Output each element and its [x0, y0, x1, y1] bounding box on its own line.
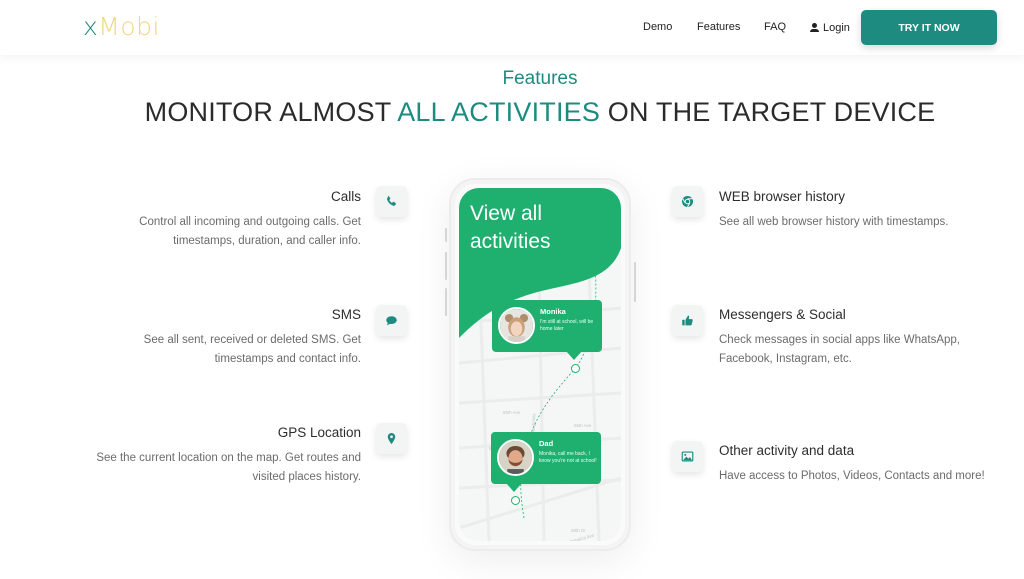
phone-side-button [445, 288, 447, 316]
avatar-dad [497, 439, 534, 476]
section-subtitle: Features [502, 68, 578, 89]
nav-faq[interactable]: FAQ [764, 21, 786, 33]
feature-desc: Have access to Photos, Videos, Contacts … [719, 470, 985, 482]
title-highlight: ALL ACTIVITIES [397, 97, 601, 127]
feature-title: Other activity and data [719, 443, 855, 458]
screen-title: View all activities [470, 200, 551, 256]
route-pin [511, 496, 520, 505]
try-it-now-button[interactable]: TRY IT NOW [861, 10, 997, 45]
logo-x: x [83, 12, 99, 41]
phone-screen: View all activities 85th Ave Woodhaven B… [459, 188, 621, 541]
chrome-icon [681, 195, 694, 208]
route-pin [571, 364, 580, 373]
chat-bubble-icon [386, 316, 397, 326]
calls-icon-box [376, 186, 407, 217]
feature-other-data: Other activity and data Have access to P… [719, 443, 1019, 486]
feature-desc: Control all incoming and outgoing calls.… [139, 216, 361, 247]
feature-messengers: Messengers & Social Check messages in so… [719, 307, 1019, 369]
screen-title-line2: activities [470, 230, 551, 253]
title-part1: MONITOR ALMOST [144, 97, 398, 127]
social-icon-box [672, 305, 703, 336]
phone-side-button [445, 252, 447, 280]
feature-title: SMS [331, 307, 361, 322]
section-title: MONITOR ALMOST ALL ACTIVITIES ON THE TAR… [0, 97, 1024, 128]
nav-login-label: Login [823, 22, 850, 34]
nav-login[interactable]: Login [810, 22, 850, 34]
web-icon-box [672, 186, 703, 217]
message-text: I'm still at school, will be home later [540, 319, 594, 332]
screen-title-line1: View all [470, 202, 542, 225]
sms-icon-box [376, 305, 407, 336]
other-icon-box [672, 441, 703, 472]
feature-title: Calls [330, 189, 361, 204]
phone-mockup: View all activities 85th Ave Woodhaven B… [449, 178, 631, 551]
message-bubble-dad: Dad Monika, call me back, I know you're … [491, 432, 601, 492]
feature-desc: See all sent, received or deleted SMS. G… [143, 334, 361, 365]
message-bubble-monika: Monika I'm still at school, will be home… [492, 300, 602, 360]
user-icon [810, 23, 819, 33]
nav-demo[interactable]: Demo [643, 21, 672, 33]
message-text: Monika, call me back, I know you're not … [539, 451, 597, 464]
feature-desc: Check messages in social apps like Whats… [719, 334, 960, 365]
phone-icon [387, 196, 396, 206]
message-sender: Monika [540, 307, 566, 316]
feature-title: GPS Location [277, 425, 361, 440]
gps-icon-box [376, 423, 407, 454]
map-pin-icon [387, 432, 396, 445]
message-sender: Dad [539, 439, 554, 448]
phone-power-button [634, 262, 636, 302]
feature-title: Messengers & Social [719, 307, 846, 322]
map-label: 86th Ave [574, 423, 592, 428]
feature-title: WEB browser history [719, 189, 846, 204]
title-part2: ON THE TARGET DEVICE [600, 97, 936, 127]
feature-desc: See all web browser history with timesta… [719, 216, 949, 228]
avatar-monika-image [500, 309, 533, 342]
feature-sms: SMS See all sent, received or deleted SM… [61, 307, 361, 369]
site-header: xMobi Demo Features FAQ Login TRY IT NOW [0, 0, 1024, 55]
feature-gps: GPS Location See the current location on… [61, 425, 361, 487]
map-label: 88th Dr [571, 528, 586, 533]
logo[interactable]: xMobi [83, 12, 160, 41]
phone-side-button [445, 228, 447, 242]
nav-features[interactable]: Features [697, 21, 740, 33]
thumbs-up-icon [682, 315, 693, 326]
feature-calls: Calls Control all incoming and outgoing … [61, 189, 361, 251]
image-icon [681, 451, 694, 462]
feature-desc: See the current location on the map. Get… [96, 452, 361, 483]
avatar-monika [498, 307, 535, 344]
avatar-dad-image [499, 441, 532, 474]
map-label: 85th Ave [503, 410, 521, 415]
logo-mobi: Mobi [98, 12, 160, 41]
feature-web-history: WEB browser history See all web browser … [719, 189, 1019, 232]
